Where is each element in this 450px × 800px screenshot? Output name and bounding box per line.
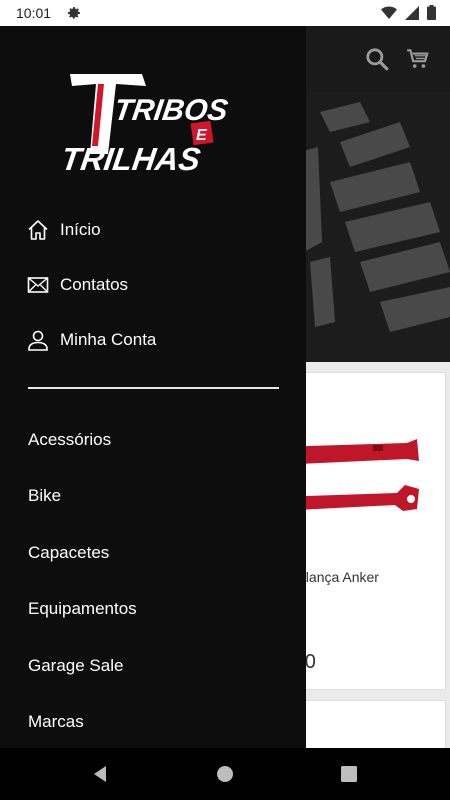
- search-icon[interactable]: [364, 46, 390, 72]
- drawer-divider: [28, 387, 279, 389]
- category-capacetes[interactable]: Capacetes: [0, 529, 306, 577]
- drawer-item-label: Início: [60, 220, 101, 239]
- category-label: Equipamentos: [28, 599, 137, 618]
- category-equipamentos[interactable]: Equipamentos: [0, 585, 306, 633]
- navigation-drawer: TRIBOS E TRILHAS Início Contatos Minha C…: [0, 26, 306, 748]
- battery-icon: [427, 5, 436, 20]
- category-label: Marcas: [28, 712, 84, 731]
- drawer-item-minha-conta[interactable]: Minha Conta: [0, 315, 306, 365]
- system-nav-bar: [0, 748, 450, 800]
- brand-logo: TRIBOS E TRILHAS: [64, 74, 230, 177]
- home-icon: [28, 220, 48, 240]
- back-icon[interactable]: [88, 762, 112, 786]
- drawer-item-inicio[interactable]: Início: [0, 205, 306, 255]
- category-label: Garage Sale: [28, 656, 124, 675]
- user-icon: [28, 330, 48, 351]
- drawer-item-label: Contatos: [60, 275, 129, 294]
- svg-text:TRILHAS: TRILHAS: [64, 141, 203, 177]
- category-label: Capacetes: [28, 543, 110, 562]
- wifi-icon: [381, 6, 397, 19]
- home-circle-icon[interactable]: [213, 762, 237, 786]
- svg-text:TRIBOS: TRIBOS: [112, 94, 230, 127]
- settings-icon: [68, 7, 80, 19]
- drawer-item-label: Minha Conta: [60, 330, 157, 349]
- status-bar: 10:01: [0, 0, 450, 26]
- category-bike[interactable]: Bike: [0, 472, 306, 520]
- mail-icon: [27, 277, 49, 293]
- category-label: Bike: [28, 486, 62, 505]
- category-acessorios[interactable]: Acessórios: [0, 416, 306, 464]
- status-time: 10:01: [16, 5, 52, 21]
- signal-icon: [405, 5, 419, 20]
- drawer-item-contatos[interactable]: Contatos: [0, 260, 306, 310]
- category-garage-sale[interactable]: Garage Sale: [0, 642, 306, 690]
- category-label: Acessórios: [28, 430, 112, 449]
- category-marcas[interactable]: Marcas: [0, 698, 306, 746]
- cart-icon[interactable]: [405, 46, 431, 72]
- recents-icon[interactable]: [337, 762, 361, 786]
